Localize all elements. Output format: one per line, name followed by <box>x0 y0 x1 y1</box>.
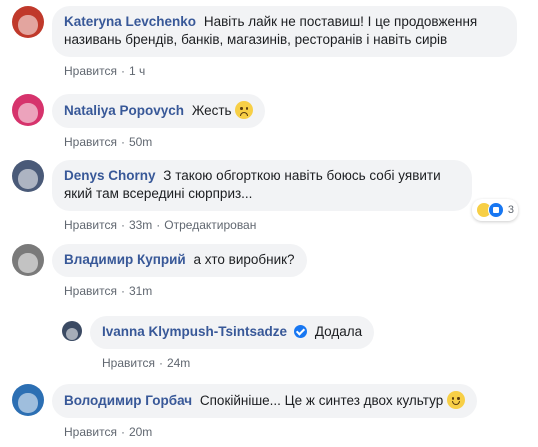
avatar[interactable] <box>12 244 44 276</box>
comment-timestamp[interactable]: 1 ч <box>129 64 145 78</box>
avatar[interactable] <box>12 160 44 192</box>
comment: Denys Chorny З такою обгорткою навіть бо… <box>12 160 518 233</box>
like-button[interactable]: Нравится <box>102 356 155 370</box>
avatar[interactable] <box>12 384 44 416</box>
comment-bubble: Владимир Куприй а хто виробник? <box>52 244 307 277</box>
comment-bubble: Володимир Горбач Спокійніше... Це ж синт… <box>52 384 477 418</box>
like-reaction-icon <box>487 202 504 218</box>
comment-text: Жесть <box>191 103 232 118</box>
reactions-summary[interactable]: 3 <box>471 199 518 221</box>
reply-comment: Ivanna Klympush-Tsintsadze Додала Нравит… <box>62 316 375 371</box>
comment-text: Спокійніше... Це ж синтез двох культур <box>199 393 444 408</box>
avatar[interactable] <box>12 94 44 126</box>
like-button[interactable]: Нравится <box>64 135 117 149</box>
comment-actions: Нравится · 24m <box>102 356 191 370</box>
avatar[interactable] <box>62 321 82 341</box>
comment: Kateryna Levchenko Навіть лайк не постав… <box>12 6 517 79</box>
comment-timestamp[interactable]: 20m <box>129 425 152 439</box>
comment: Nataliya Popovych Жесть Нравится · 50m <box>12 94 266 150</box>
comment-text: а хто виробник? <box>193 252 295 267</box>
comment-author[interactable]: Nataliya Popovych <box>64 103 184 118</box>
comment-author[interactable]: Ivanna Klympush-Tsintsadze <box>102 324 287 339</box>
comment: Владимир Куприй а хто виробник? Нравится… <box>12 244 307 299</box>
comment-author[interactable]: Владимир Куприй <box>64 252 186 267</box>
like-button[interactable]: Нравится <box>64 425 117 439</box>
comment-actions: Нравится · 1 ч <box>64 64 146 78</box>
like-button[interactable]: Нравится <box>64 64 117 78</box>
verified-badge-icon <box>294 325 308 338</box>
comment-actions: Нравится · 33m · Отредактирован <box>64 218 257 232</box>
comment-author[interactable]: Kateryna Levchenko <box>64 14 196 29</box>
comment-timestamp[interactable]: 31m <box>129 284 152 298</box>
comment-bubble: Ivanna Klympush-Tsintsadze Додала <box>90 316 375 349</box>
comment-bubble: Denys Chorny З такою обгорткою навіть бо… <box>52 160 518 221</box>
reaction-count: 3 <box>507 204 514 216</box>
avatar[interactable] <box>12 6 44 38</box>
comment: Володимир Горбач Спокійніше... Це ж синт… <box>12 384 477 440</box>
comment-author[interactable]: Denys Chorny <box>64 168 156 183</box>
like-button[interactable]: Нравится <box>64 284 117 298</box>
comment-actions: Нравится · 31m <box>64 284 153 298</box>
comment-bubble: Nataliya Popovych Жесть <box>52 94 266 128</box>
sad-face-icon <box>235 101 254 119</box>
comment-timestamp[interactable]: 33m <box>129 218 152 232</box>
comment-author[interactable]: Володимир Горбач <box>64 393 192 408</box>
comment-timestamp[interactable]: 24m <box>167 356 190 370</box>
comment-actions: Нравится · 20m <box>64 425 153 439</box>
smile-face-icon <box>446 391 465 409</box>
comment-actions: Нравится · 50m <box>64 135 153 149</box>
edited-label[interactable]: Отредактирован <box>164 218 256 232</box>
comment-timestamp[interactable]: 50m <box>129 135 152 149</box>
comment-bubble: Kateryna Levchenko Навіть лайк не постав… <box>52 6 517 57</box>
like-button[interactable]: Нравится <box>64 218 117 232</box>
comment-text: Додала <box>314 324 363 339</box>
